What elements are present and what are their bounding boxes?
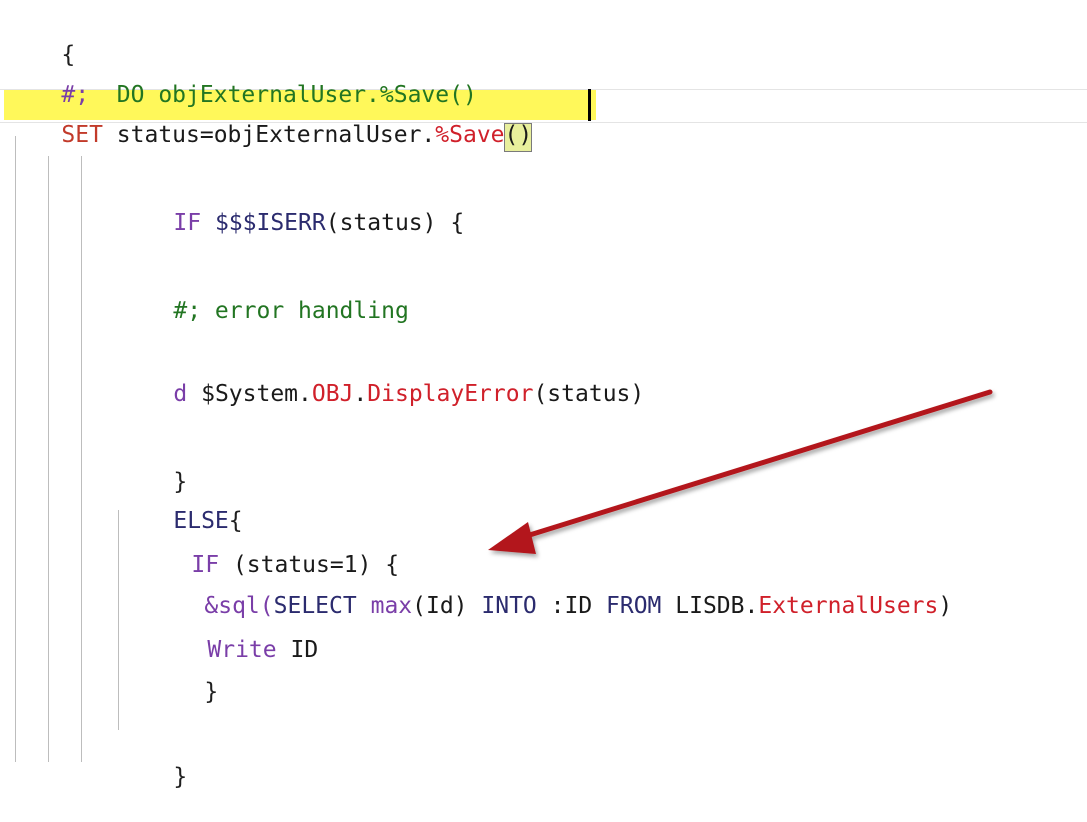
bracket-match: () (503, 122, 533, 152)
close-paren: ) (938, 593, 953, 619)
code-line-8: ELSE{ (118, 476, 242, 534)
brace: } (173, 764, 188, 790)
variable: ID (276, 637, 319, 663)
code-line-12: } (149, 647, 218, 705)
code-line-9: IF (status=1) { (136, 520, 399, 578)
indent-guide (48, 156, 49, 762)
system-object: $System. (201, 381, 312, 407)
code-editor[interactable]: { #; DO objExternalUser.%Save() SET stat… (0, 0, 1087, 790)
code-line-2: #; DO objExternalUser.%Save() (6, 50, 476, 108)
code-line-5: #; error handling (118, 266, 408, 324)
arrow-shaft (517, 389, 993, 541)
indent-guide (81, 156, 82, 762)
if-keyword: IF (173, 210, 202, 236)
method-name: %Save (435, 122, 505, 148)
host-variable: :ID (536, 593, 593, 619)
indent-guide (15, 136, 16, 762)
code-line-6: d $System.OBJ.DisplayError(status) (118, 349, 644, 407)
code-line-14: } (118, 732, 187, 790)
dot: . (353, 381, 368, 407)
sql-argument: (Id) (412, 593, 468, 619)
sql-into: INTO (467, 593, 537, 619)
sql-function: max (370, 593, 413, 619)
set-keyword: SET (61, 122, 103, 148)
comment: #; error handling (173, 298, 409, 324)
text-cursor (588, 89, 591, 121)
do-command: d (173, 381, 202, 407)
assignment: status=objExternalUser. (102, 122, 436, 148)
code-line-11: Write ID (152, 605, 318, 663)
code-line-3: SET status=objExternalUser.%Save() (6, 90, 532, 152)
code-line-4: IF $$$ISERR(status) { (118, 178, 464, 236)
sql-from: FROM (592, 593, 662, 619)
code-line-10: &sql(SELECT max(Id) INTO :ID FROM LISDB.… (149, 561, 952, 619)
paren-open: ( (504, 122, 519, 148)
method-name: DisplayError (367, 381, 534, 407)
obj-class: OBJ (311, 381, 354, 407)
arrow-head (488, 522, 536, 554)
schema-name: LISDB. (661, 593, 759, 619)
code-line-7: } (118, 437, 187, 495)
brace: } (204, 679, 219, 705)
condition: (status) { (325, 210, 465, 236)
paren-close: ) (518, 122, 533, 148)
arguments: (status) (533, 381, 645, 407)
table-name: ExternalUsers (758, 593, 939, 619)
macro: $$$ISERR (201, 210, 326, 236)
code-line-1: { (6, 10, 75, 68)
